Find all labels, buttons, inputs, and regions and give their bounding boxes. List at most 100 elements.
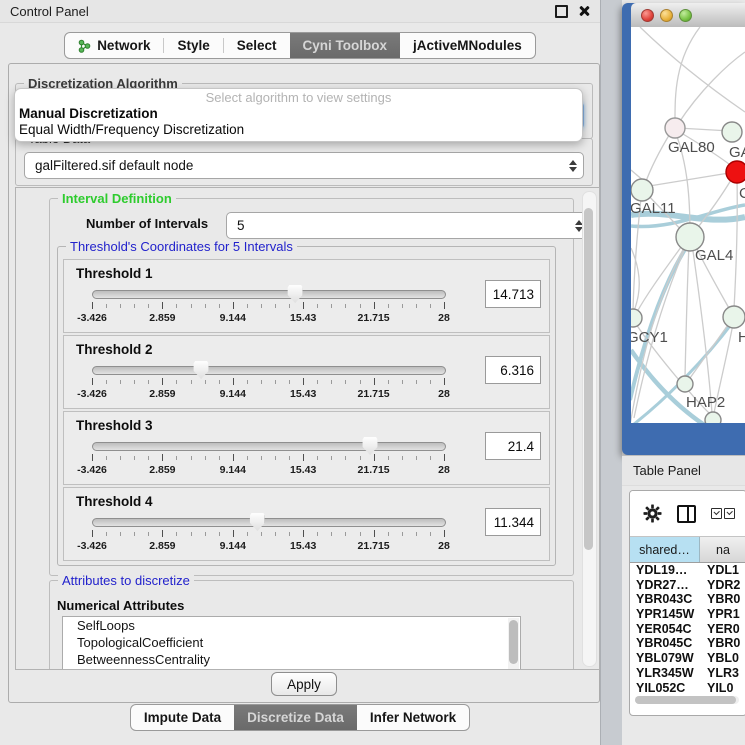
threshold-slider[interactable]: -3.4262.8599.14415.4321.71528 bbox=[92, 442, 444, 476]
close-icon[interactable] bbox=[578, 5, 590, 17]
slider-track[interactable] bbox=[92, 366, 446, 375]
table-horizontal-scrollbar[interactable] bbox=[635, 696, 739, 704]
table-row[interactable]: YIL052CYIL0 bbox=[630, 681, 745, 695]
popup-option-equal-width-frequency[interactable]: Equal Width/Frequency Discretization bbox=[15, 122, 582, 138]
table-row[interactable]: YBL079WYBL0 bbox=[630, 651, 745, 666]
tab-label: Select bbox=[237, 38, 277, 53]
threshold-slider[interactable]: -3.4262.8599.14415.4321.71528 bbox=[92, 366, 444, 400]
mac-minimize-icon[interactable] bbox=[660, 9, 673, 22]
threshold-label: Threshold 2 bbox=[76, 342, 153, 357]
network-edge[interactable] bbox=[631, 248, 639, 311]
slider-thumb[interactable] bbox=[363, 437, 378, 455]
threshold-rows: Threshold 1 -3.4262.8599.14415.4321.7152… bbox=[63, 259, 550, 561]
table-panel-title: Table Panel bbox=[633, 463, 701, 478]
mac-zoom-icon[interactable] bbox=[679, 9, 692, 22]
tab-select[interactable]: Select bbox=[224, 33, 290, 58]
table-data-group: Table Data galFiltered.sif default node bbox=[15, 138, 593, 186]
network-edge[interactable] bbox=[649, 173, 729, 186]
tab-label: Impute Data bbox=[144, 710, 221, 725]
numerical-attributes-label: Numerical Attributes bbox=[57, 598, 184, 613]
slider-thumb[interactable] bbox=[288, 285, 303, 303]
network-node[interactable] bbox=[705, 412, 721, 423]
network-edge[interactable] bbox=[695, 180, 731, 231]
group-title: Attributes to discretize bbox=[58, 573, 194, 588]
threshold-value[interactable]: 21.4 bbox=[485, 432, 541, 460]
network-node-h[interactable] bbox=[723, 306, 745, 328]
threshold-label: Threshold 3 bbox=[76, 418, 153, 433]
network-edge[interactable] bbox=[692, 244, 712, 413]
table-row[interactable]: YER054CYER0 bbox=[630, 622, 745, 637]
gear-icon[interactable] bbox=[643, 504, 662, 523]
network-node-gal11[interactable] bbox=[631, 179, 653, 201]
tab-label: jActiveMNodules bbox=[413, 38, 522, 53]
slider-track[interactable] bbox=[92, 442, 446, 451]
tab-cyni-toolbox[interactable]: Cyni Toolbox bbox=[290, 33, 401, 58]
table-data-combobox[interactable]: galFiltered.sif default node bbox=[24, 152, 584, 179]
mac-close-icon[interactable] bbox=[641, 9, 654, 22]
network-node-gcy1[interactable] bbox=[631, 309, 642, 327]
table-row[interactable]: YBR043CYBR0 bbox=[630, 592, 745, 607]
network-node-gal80[interactable] bbox=[665, 118, 685, 138]
threshold-value[interactable]: 11.344 bbox=[485, 508, 541, 536]
network-icon bbox=[78, 39, 91, 53]
slider-thumb[interactable] bbox=[194, 361, 209, 379]
threshold-value[interactable]: 6.316 bbox=[485, 356, 541, 384]
checkbox-pair-icon[interactable] bbox=[711, 508, 735, 519]
network-node-c[interactable] bbox=[726, 161, 745, 183]
node-label: C bbox=[739, 185, 745, 202]
threshold-slider[interactable]: -3.4262.8599.14415.4321.71528 bbox=[92, 518, 444, 552]
table-row[interactable]: YBR045CYBR0 bbox=[630, 636, 745, 651]
panel-divider bbox=[601, 0, 622, 745]
table-row[interactable]: YLR345WYLR3 bbox=[630, 666, 745, 681]
apply-button[interactable]: Apply bbox=[271, 672, 337, 696]
number-of-intervals-combobox[interactable]: 5 bbox=[226, 212, 590, 239]
combobox-value: 5 bbox=[237, 218, 575, 233]
node-label: GAL80 bbox=[668, 139, 715, 156]
column-header-name[interactable]: na bbox=[700, 537, 745, 562]
numerical-attributes-list: SelfLoopsTopologicalCoefficientBetweenne… bbox=[62, 616, 521, 670]
table-panel: shared… na YDL19…YDL1YDR27…YDR2YBR043CYB… bbox=[629, 490, 745, 716]
attributes-list-items: SelfLoopsTopologicalCoefficientBetweenne… bbox=[63, 617, 520, 668]
slider-ticks bbox=[92, 378, 444, 387]
attribute-list-item[interactable]: BetweennessCentrality bbox=[63, 651, 520, 668]
network-canvas[interactable]: GAL80GACGAL11GAL4GCY1HHAP2 bbox=[631, 27, 745, 423]
screen: Control Panel Network bbox=[0, 0, 745, 745]
table-row[interactable]: YDR27…YDR2 bbox=[630, 578, 745, 593]
float-window-icon[interactable] bbox=[555, 5, 568, 18]
network-node-ga[interactable] bbox=[722, 122, 742, 142]
attribute-list-item[interactable]: SelfLoops bbox=[63, 617, 520, 634]
table-row[interactable]: YPR145WYPR1 bbox=[630, 607, 745, 622]
tab-label: Cyni Toolbox bbox=[303, 38, 388, 53]
slider-tick-labels: -3.4262.8599.14415.4321.71528 bbox=[92, 464, 444, 476]
slider-track[interactable] bbox=[92, 290, 446, 299]
tab-network[interactable]: Network bbox=[65, 33, 163, 58]
slider-thumb[interactable] bbox=[250, 513, 265, 531]
tab-impute-data[interactable]: Impute Data bbox=[131, 705, 234, 730]
table-rows: YDL19…YDL1YDR27…YDR2YBR043CYBR0YPR145WYP… bbox=[630, 563, 745, 694]
network-edge[interactable] bbox=[734, 179, 737, 309]
network-edge[interactable] bbox=[675, 27, 700, 120]
table-panel-toolbar bbox=[630, 491, 745, 536]
slider-tick-labels: -3.4262.8599.14415.4321.71528 bbox=[92, 540, 444, 552]
tab-discretize-data[interactable]: Discretize Data bbox=[234, 705, 357, 730]
threshold-box: Threshold 4 -3.4262.8599.14415.4321.7152… bbox=[63, 487, 550, 561]
tab-style[interactable]: Style bbox=[164, 33, 222, 58]
slider-ticks bbox=[92, 302, 444, 311]
popup-option-manual-discretization[interactable]: Manual Discretization bbox=[15, 106, 582, 122]
node-label: GA bbox=[729, 144, 745, 161]
table-row[interactable]: YDL19…YDL1 bbox=[630, 563, 745, 578]
network-node-hap2[interactable] bbox=[677, 376, 693, 392]
network-edge[interactable] bbox=[640, 27, 745, 112]
tab-infer-network[interactable]: Infer Network bbox=[357, 705, 469, 730]
columns-icon[interactable] bbox=[677, 505, 696, 523]
threshold-slider[interactable]: -3.4262.8599.14415.4321.71528 bbox=[92, 290, 444, 324]
settings-vertical-scrollbar[interactable] bbox=[582, 191, 597, 667]
network-edge[interactable] bbox=[685, 244, 689, 377]
slider-track[interactable] bbox=[92, 518, 446, 527]
column-header-shared[interactable]: shared… bbox=[630, 537, 700, 562]
attributes-list-scrollbar[interactable] bbox=[508, 618, 519, 670]
tab-jactivemnodules[interactable]: jActiveMNodules bbox=[400, 33, 535, 58]
group-title: Threshold's Coordinates for 5 Intervals bbox=[66, 239, 297, 254]
attribute-list-item[interactable]: TopologicalCoefficient bbox=[63, 634, 520, 651]
threshold-value[interactable]: 14.713 bbox=[485, 280, 541, 308]
